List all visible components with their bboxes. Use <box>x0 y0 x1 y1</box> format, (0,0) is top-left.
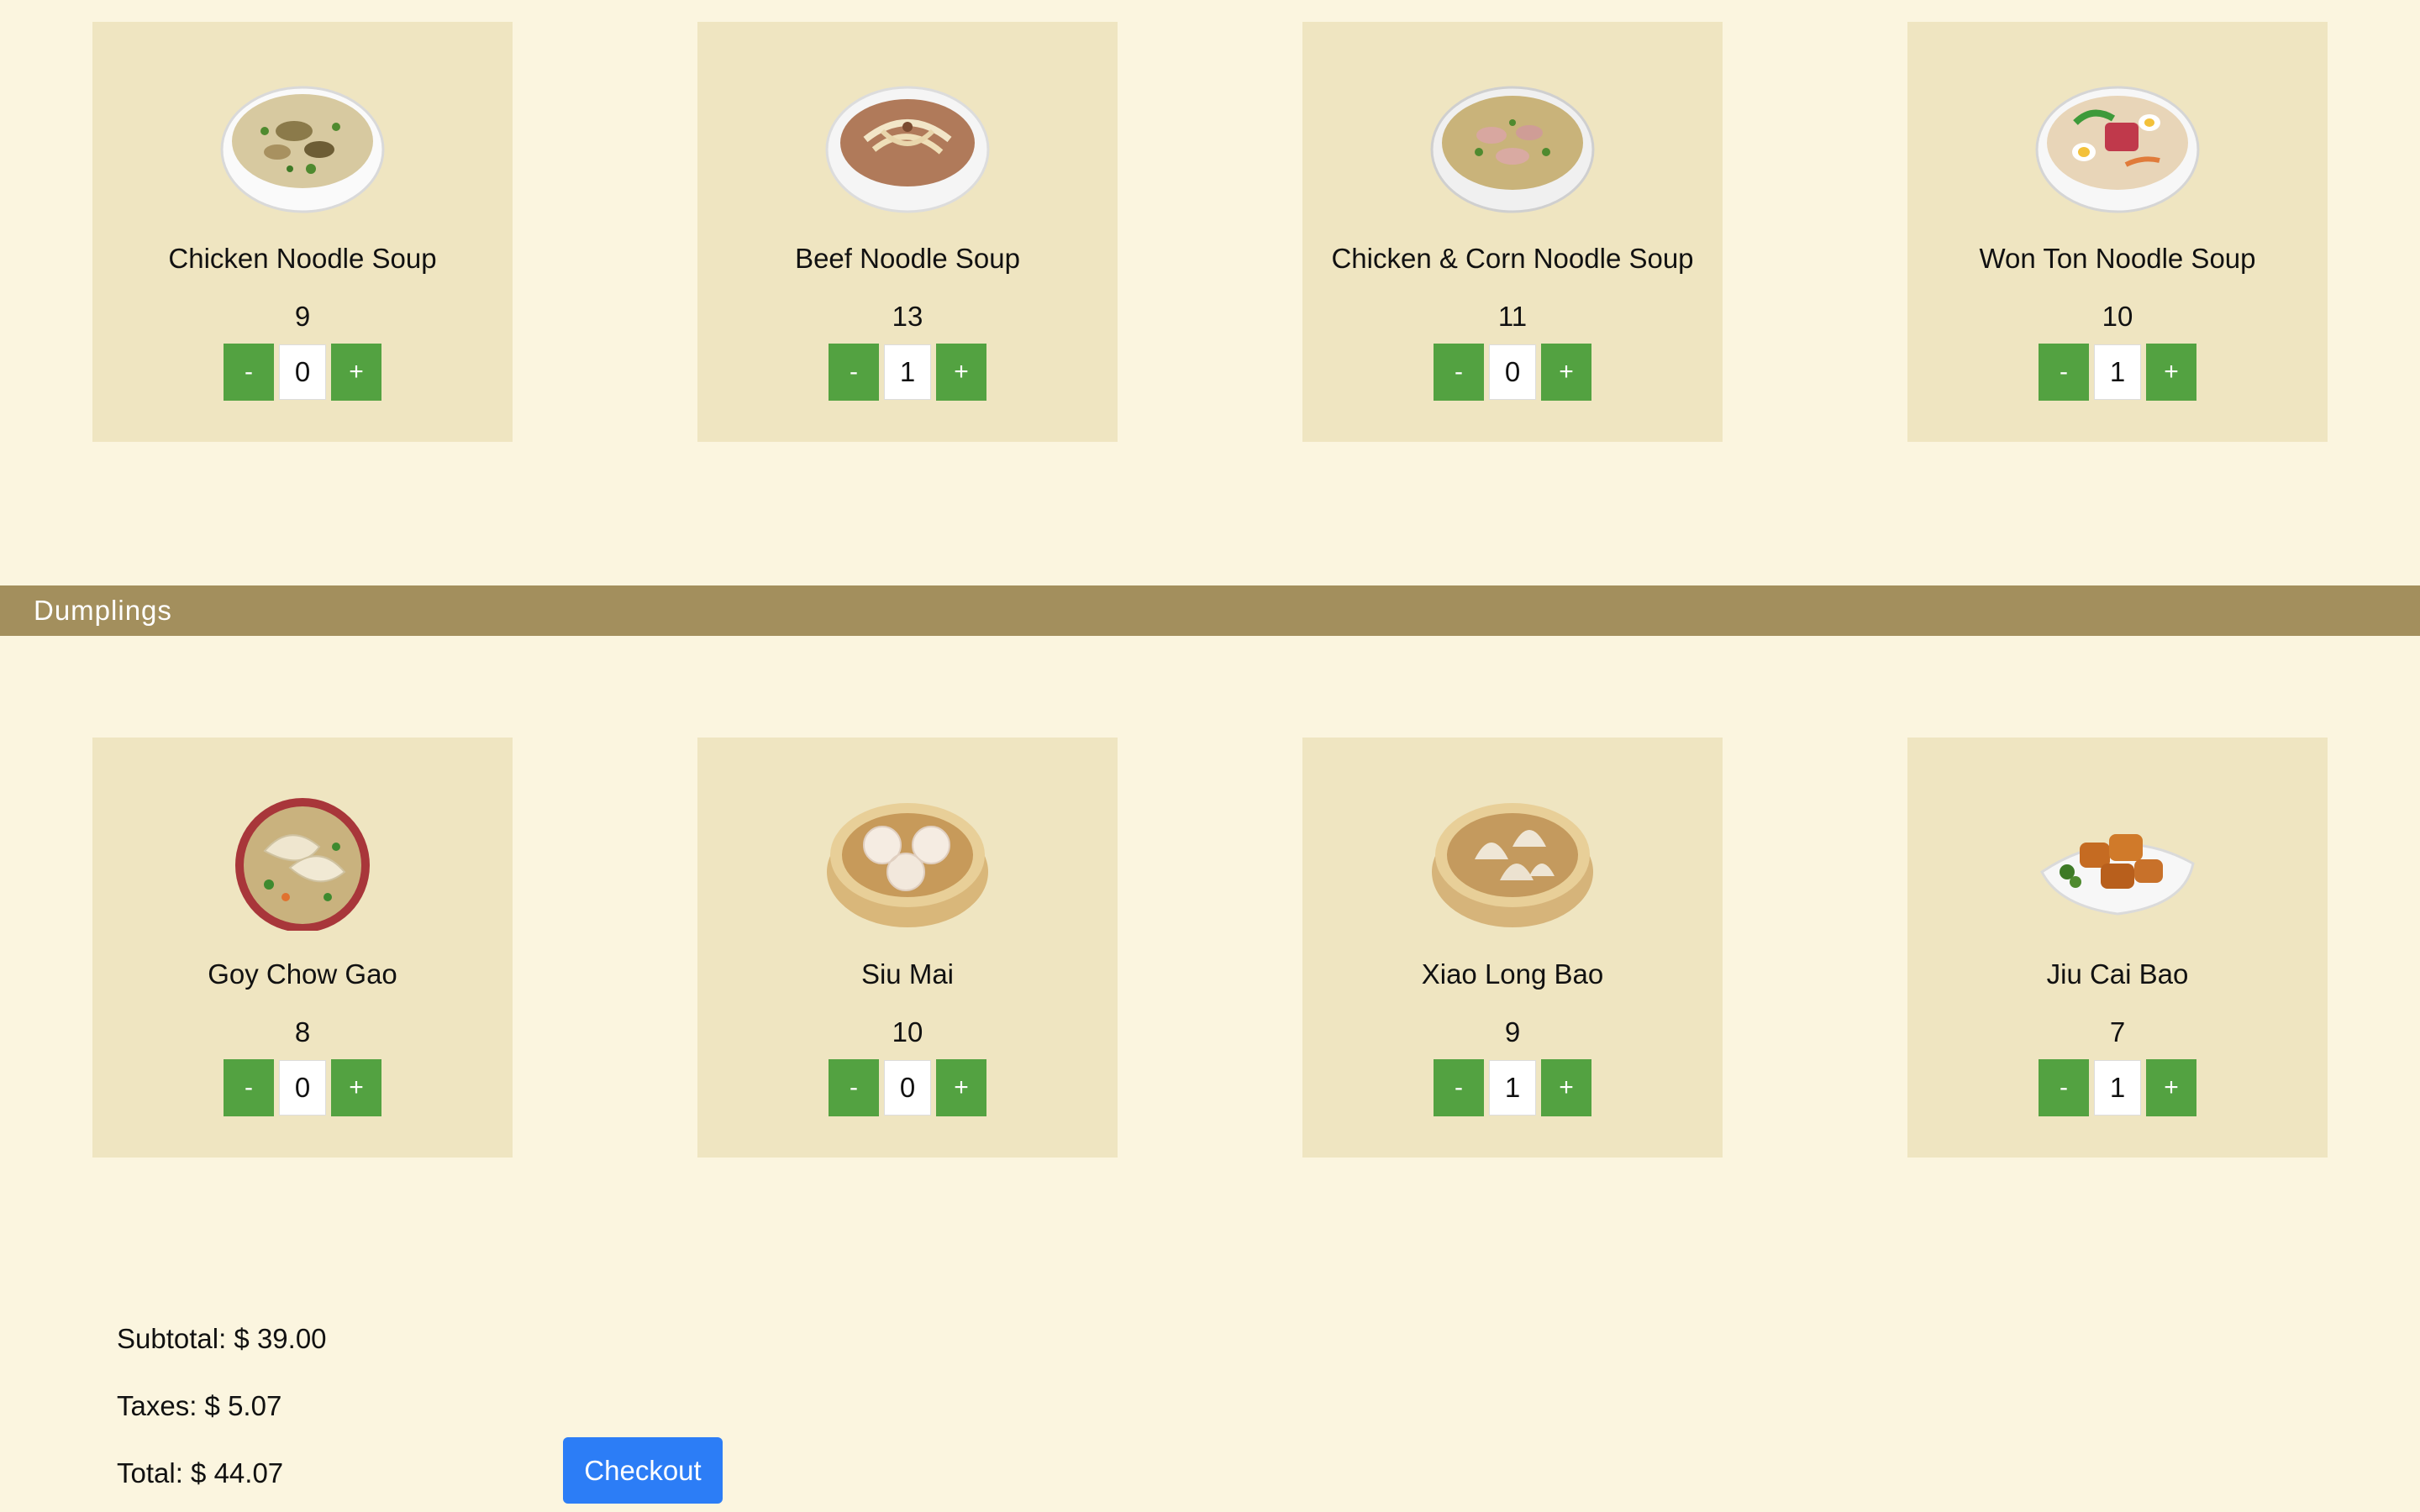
subtotal-text: Subtotal: $ 39.00 <box>117 1323 327 1354</box>
goy-chow-gao-plate-icon <box>235 798 370 931</box>
quantity-stepper: - 1 + <box>1434 1059 1591 1116</box>
quantity-value[interactable]: 1 <box>2094 344 2141 400</box>
quantity-value[interactable]: 1 <box>884 344 931 400</box>
quantity-value[interactable]: 1 <box>2094 1060 2141 1116</box>
increase-quantity-button[interactable]: + <box>331 344 381 401</box>
menu-page: Chicken Noodle Soup 9 - 0 + Beef Noodle … <box>0 0 2420 1512</box>
menu-item-card: Goy Chow Gao 8 - 0 + <box>92 738 513 1158</box>
increase-quantity-button[interactable]: + <box>936 344 986 401</box>
increase-quantity-button[interactable]: + <box>2146 344 2196 401</box>
taxes-text: Taxes: $ 5.07 <box>117 1390 282 1421</box>
decrease-quantity-button[interactable]: - <box>224 344 274 401</box>
chicken-corn-noodle-soup-bowl-icon <box>1430 86 1595 213</box>
quantity-value[interactable]: 1 <box>1489 1060 1536 1116</box>
quantity-stepper: - 1 + <box>2039 1059 2196 1116</box>
dish-name: Chicken Noodle Soup <box>168 243 437 274</box>
section-title: Dumplings <box>34 595 172 626</box>
dish-name: Won Ton Noodle Soup <box>1979 243 2256 274</box>
dish-price: 8 <box>294 1016 311 1047</box>
increase-quantity-button[interactable]: + <box>936 1059 986 1116</box>
quantity-stepper: - 1 + <box>2039 344 2196 401</box>
quantity-value[interactable]: 0 <box>279 344 326 400</box>
dish-name: Jiu Cai Bao <box>2046 958 2189 990</box>
increase-quantity-button[interactable]: + <box>331 1059 381 1116</box>
decrease-quantity-button[interactable]: - <box>1434 1059 1484 1116</box>
decrease-quantity-button[interactable]: - <box>2039 344 2089 401</box>
siu-mai-steamer-icon <box>827 803 988 927</box>
dish-name: Siu Mai <box>860 958 955 990</box>
noodle-soup-grid: Chicken Noodle Soup 9 - 0 + Beef Noodle … <box>92 22 2328 442</box>
decrease-quantity-button[interactable]: - <box>2039 1059 2089 1116</box>
increase-quantity-button[interactable]: + <box>2146 1059 2196 1116</box>
menu-item-card: Chicken & Corn Noodle Soup 11 - 0 + <box>1302 22 1723 442</box>
decrease-quantity-button[interactable]: - <box>224 1059 274 1116</box>
quantity-stepper: - 0 + <box>829 1059 986 1116</box>
dumplings-grid: Goy Chow Gao 8 - 0 + Siu Mai 10 - 0 + Xi… <box>92 738 2328 1158</box>
dish-name: Beef Noodle Soup <box>795 243 1020 274</box>
dish-name: Chicken & Corn Noodle Soup <box>1331 243 1694 274</box>
quantity-value[interactable]: 0 <box>279 1060 326 1116</box>
decrease-quantity-button[interactable]: - <box>1434 344 1484 401</box>
jiu-cai-bao-plate-icon <box>2040 834 2195 916</box>
dish-name: Xiao Long Bao <box>1421 958 1604 990</box>
decrease-quantity-button[interactable]: - <box>829 344 879 401</box>
dish-price: 7 <box>2109 1016 2126 1047</box>
xiao-long-bao-steamer-icon <box>1432 803 1593 927</box>
dish-price: 9 <box>294 301 311 332</box>
menu-item-card: Beef Noodle Soup 13 - 1 + <box>697 22 1118 442</box>
dish-price: 13 <box>892 301 923 332</box>
dish-price: 11 <box>1497 301 1528 332</box>
total-text: Total: $ 44.07 <box>117 1457 284 1488</box>
quantity-stepper: - 0 + <box>224 344 381 401</box>
section-header-bar: Dumplings <box>0 585 2420 636</box>
menu-item-card: Xiao Long Bao 9 - 1 + <box>1302 738 1723 1158</box>
increase-quantity-button[interactable]: + <box>1541 1059 1591 1116</box>
menu-item-card: Won Ton Noodle Soup 10 - 1 + <box>1907 22 2328 442</box>
quantity-stepper: - 0 + <box>1434 344 1591 401</box>
won-ton-noodle-soup-bowl-icon <box>2035 86 2200 213</box>
quantity-stepper: - 1 + <box>829 344 986 401</box>
dish-price: 10 <box>892 1016 923 1047</box>
checkout-button[interactable]: Checkout <box>563 1437 723 1504</box>
quantity-value[interactable]: 0 <box>1489 344 1536 400</box>
dish-price: 9 <box>1504 1016 1521 1047</box>
menu-item-card: Jiu Cai Bao 7 - 1 + <box>1907 738 2328 1158</box>
increase-quantity-button[interactable]: + <box>1541 344 1591 401</box>
decrease-quantity-button[interactable]: - <box>829 1059 879 1116</box>
quantity-stepper: - 0 + <box>224 1059 381 1116</box>
menu-item-card: Chicken Noodle Soup 9 - 0 + <box>92 22 513 442</box>
quantity-value[interactable]: 0 <box>884 1060 931 1116</box>
beef-noodle-soup-bowl-icon <box>825 86 990 213</box>
dish-name: Goy Chow Gao <box>208 958 397 990</box>
chicken-noodle-soup-bowl-icon <box>220 86 385 213</box>
dish-price: 10 <box>2102 301 2133 332</box>
menu-item-card: Siu Mai 10 - 0 + <box>697 738 1118 1158</box>
